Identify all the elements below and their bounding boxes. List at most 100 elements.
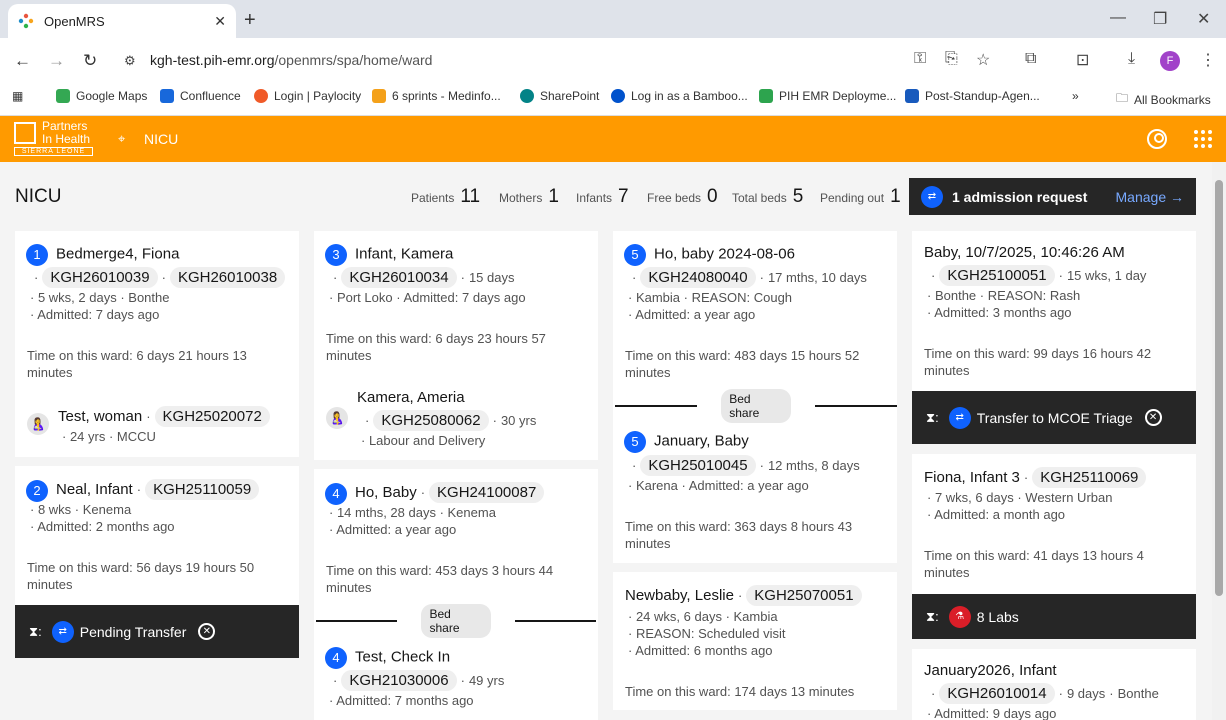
bed-number-badge: 5 [624,244,646,266]
ward-title: NICU [15,186,62,207]
forward-icon[interactable]: → [48,51,65,71]
close-tab-icon[interactable]: ✕ [214,13,226,30]
more-bookmarks-icon[interactable]: » [1072,89,1079,103]
identifier-row: · KGH25010045 · 12 mths, 8 days [632,455,860,476]
mother-info: · 24 yrs · MCCU [62,429,156,444]
download-icon[interactable]: ⤓ [1128,50,1135,68]
patient-card[interactable]: 1 Bedmerge4, Fiona · KGH26010039 · KGH260100… [15,231,299,457]
bookmark-paylocity[interactable]: Login | Paylocity [254,89,361,103]
info-row: · Admitted: 3 months ago [927,305,1072,320]
extensions-icon[interactable]: ⧉ [1025,50,1036,68]
bookmark-pih-emr[interactable]: PIH EMR Deployme... [759,89,896,103]
pih-logo[interactable]: Partners In Health SIERRA LEONE [14,119,94,159]
pending-transfer-bar[interactable]: ⧗: ⇄ Pending Transfer ✕ [15,605,299,658]
bed-number-badge: 5 [624,431,646,453]
patient-id: KGH25010045 [640,455,756,476]
manage-link[interactable]: Manage → [1116,189,1184,205]
url-field[interactable]: kgh-test.pih-emr.org/openmrs/spa/home/wa… [150,52,432,68]
labs-text: 8 Labs [976,608,1019,625]
patient-name: Fiona, Infant 3 [924,469,1020,486]
bookmark-sprints[interactable]: 6 sprints - Medinfo... [372,89,501,103]
app-switcher-icon[interactable] [1194,130,1212,148]
minimize-icon[interactable]: — [1110,9,1126,27]
cancel-transfer-icon[interactable]: ✕ [1144,409,1162,426]
patient-id: KGH26010034 [341,267,457,288]
labs-status-bar[interactable]: ⧗: ⚗ 8 Labs [912,594,1196,639]
patient-name: Neal, Infant [56,481,133,498]
current-location[interactable]: NICU [144,131,178,147]
password-key-icon[interactable]: ⚿ [914,50,926,68]
reload-icon[interactable]: ↻ [83,51,97,71]
mother-id: KGH25020072 [154,406,270,427]
browser-tab[interactable]: OpenMRS ✕ [8,4,236,38]
patient-age: 5 wks, 2 days [37,290,117,305]
time-on-ward: Time on this ward: 6 days 23 hours 57 mi… [326,331,546,363]
patient-card[interactable]: 4 Ho, Baby · KGH24100087 · 14 mths, 28 days… [314,469,598,720]
cancel-transfer-icon[interactable]: ✕ [198,623,216,640]
page-scrollbar[interactable] [1212,162,1226,720]
patient-name: January, Baby [654,432,749,450]
bookmark-label: Log in as a Bamboo... [631,89,748,103]
mother-info: · Labour and Delivery [361,433,486,448]
sprints-icon [372,89,386,103]
patient-name: January2026, Infant [924,662,1057,679]
patient-card[interactable]: Newbaby, Leslie · KGH25070051 · 24 wks, 6 … [613,572,897,710]
location-pin-icon[interactable]: ⌖ [118,131,125,147]
site-settings-icon[interactable]: ⚙ [124,53,136,69]
time-on-ward: Time on this ward: 453 days 3 hours 44 m… [326,563,554,595]
sharepoint-icon [520,89,534,103]
bookmark-google-maps[interactable]: Google Maps [56,89,147,103]
patient-card[interactable]: 5 Ho, baby 2024-08-06 · KGH24080040 · 17 mth… [613,231,897,563]
apps-grid-icon[interactable]: ▦ [12,89,23,103]
patient-address: Karena [635,478,678,493]
stat-label: Pending out [820,191,885,205]
patient-id: KGH25100051 [939,265,1055,286]
bookmark-bamboo[interactable]: Log in as a Bamboo... [611,89,748,103]
stat-label: Patients [411,191,455,205]
lab-flask-icon: ⚗ [948,605,971,628]
bed-number-badge: 1 [26,244,48,266]
time-on-ward: Time on this ward: 363 days 8 hours 43 m… [625,519,853,551]
mother-icon: 🤱 [27,413,49,435]
mother-age: 30 yrs [500,413,537,428]
patient-card[interactable]: 3 Infant, Kamera · KGH26010034 · 15 days · P… [314,231,598,460]
bookmark-confluence[interactable]: Confluence [160,89,241,103]
admitted-time: Admitted: 9 days ago [934,706,1057,720]
mother-name: Test, woman [58,408,143,425]
bookmark-sharepoint[interactable]: SharePoint [520,89,599,103]
patient-card[interactable]: Fiona, Infant 3 · KGH25110069 · 7 wks, 6 d… [912,454,1196,594]
scrollbar-thumb[interactable] [1215,180,1223,596]
patient-name: Baby, 10/7/2025, 10:46:26 AM [924,244,1125,261]
patient-address: Kenema [447,505,496,520]
install-app-icon[interactable]: ⎘ [945,50,958,68]
card-header: 4 Ho, Baby · KGH24100087 [325,482,545,505]
stat-label: Free beds [647,191,702,205]
patient-id: KGH26010014 [939,683,1055,704]
patient-name: Ho, baby 2024-08-06 [654,245,795,263]
new-tab-icon[interactable]: + [244,9,256,32]
time-on-ward: Time on this ward: 41 days 13 hours 4 mi… [924,548,1144,580]
identifier-row: · KGH25100051 · 15 wks, 1 day [931,265,1147,286]
info-row: · 8 wks · Kenema [30,502,132,517]
paylocity-icon [254,89,268,103]
close-window-icon[interactable]: ✕ [1197,9,1210,29]
patient-card[interactable]: January2026, Infant · KGH26010014 · 9 days ·… [912,649,1196,720]
mother-age: 24 yrs [69,429,106,444]
tab-search-icon[interactable]: ⊡ [1076,50,1089,70]
bed-share-divider: Bed share [615,389,897,423]
stat-infants: Infants 7 [576,186,629,208]
browser-menu-icon[interactable]: ⋮ [1200,50,1216,70]
back-icon[interactable]: ← [14,51,31,71]
transfer-status-bar[interactable]: ⧗: ⇄ Transfer to MCOE Triage ✕ [912,391,1196,444]
bookmark-post-standup[interactable]: Post-Standup-Agen... [905,89,1040,103]
patient-card[interactable]: 2 Neal, Infant · KGH25110059 · 8 wks · Kene… [15,466,299,605]
user-avatar-icon[interactable] [1147,129,1167,149]
all-bookmarks-button[interactable]: 🗀 All Bookmarks [1116,89,1211,110]
patient-id: KGH24080040 [640,267,756,288]
bookmark-star-icon[interactable]: ☆ [976,50,990,70]
hourglass-icon: ⧗: [29,623,42,639]
time-on-ward: Time on this ward: 174 days 13 minutes [625,684,855,699]
restore-icon[interactable]: ❐ [1153,9,1167,29]
patient-card[interactable]: Baby, 10/7/2025, 10:46:26 AM · KGH2510005… [912,231,1196,391]
profile-avatar[interactable]: F [1160,51,1180,71]
